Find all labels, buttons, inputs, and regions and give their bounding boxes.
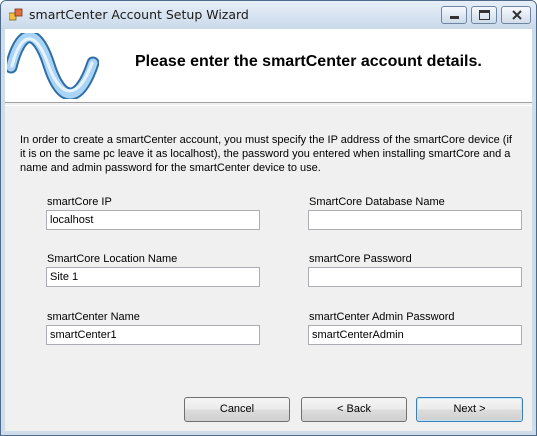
smartcenter-name-label: smartCenter Name bbox=[47, 311, 140, 323]
wizard-body: Please enter the smartCenter account det… bbox=[5, 29, 532, 431]
smartcenter-name-field[interactable] bbox=[46, 325, 260, 345]
maximize-icon bbox=[479, 10, 490, 20]
close-icon bbox=[512, 10, 522, 20]
cancel-button[interactable]: Cancel bbox=[184, 397, 290, 422]
smartcenter-admin-password-field[interactable] bbox=[308, 325, 522, 345]
intro-text: In order to create a smartCenter account… bbox=[20, 134, 512, 174]
minimize-button[interactable] bbox=[441, 6, 467, 24]
smartcore-password-label: smartCore Password bbox=[309, 253, 412, 265]
smartcore-ip-field[interactable] bbox=[46, 210, 260, 230]
back-button[interactable]: < Back bbox=[301, 397, 407, 422]
window-title: smartCenter Account Setup Wizard bbox=[29, 7, 249, 22]
close-button[interactable] bbox=[501, 6, 531, 24]
next-button[interactable]: Next > bbox=[416, 397, 523, 422]
smartcore-location-name-field[interactable] bbox=[46, 267, 260, 287]
minimize-icon bbox=[450, 16, 459, 19]
title-bar[interactable]: smartCenter Account Setup Wizard bbox=[1, 1, 536, 29]
smartcore-password-field[interactable] bbox=[308, 267, 522, 287]
sine-wave-logo-icon bbox=[7, 33, 99, 99]
smartcore-ip-label: smartCore IP bbox=[47, 196, 112, 208]
smartcore-database-name-label: SmartCore Database Name bbox=[309, 196, 445, 208]
maximize-button[interactable] bbox=[471, 6, 497, 24]
smartcenter-admin-password-label: smartCenter Admin Password bbox=[309, 311, 455, 323]
smartcore-database-name-field[interactable] bbox=[308, 210, 522, 230]
smartcore-location-name-label: SmartCore Location Name bbox=[47, 253, 178, 265]
wizard-window: smartCenter Account Setup Wizard Please … bbox=[0, 0, 537, 436]
wizard-header: Please enter the smartCenter account det… bbox=[5, 29, 532, 102]
header-divider bbox=[5, 102, 532, 106]
app-icon bbox=[9, 8, 23, 21]
page-title: Please enter the smartCenter account det… bbox=[135, 53, 482, 70]
